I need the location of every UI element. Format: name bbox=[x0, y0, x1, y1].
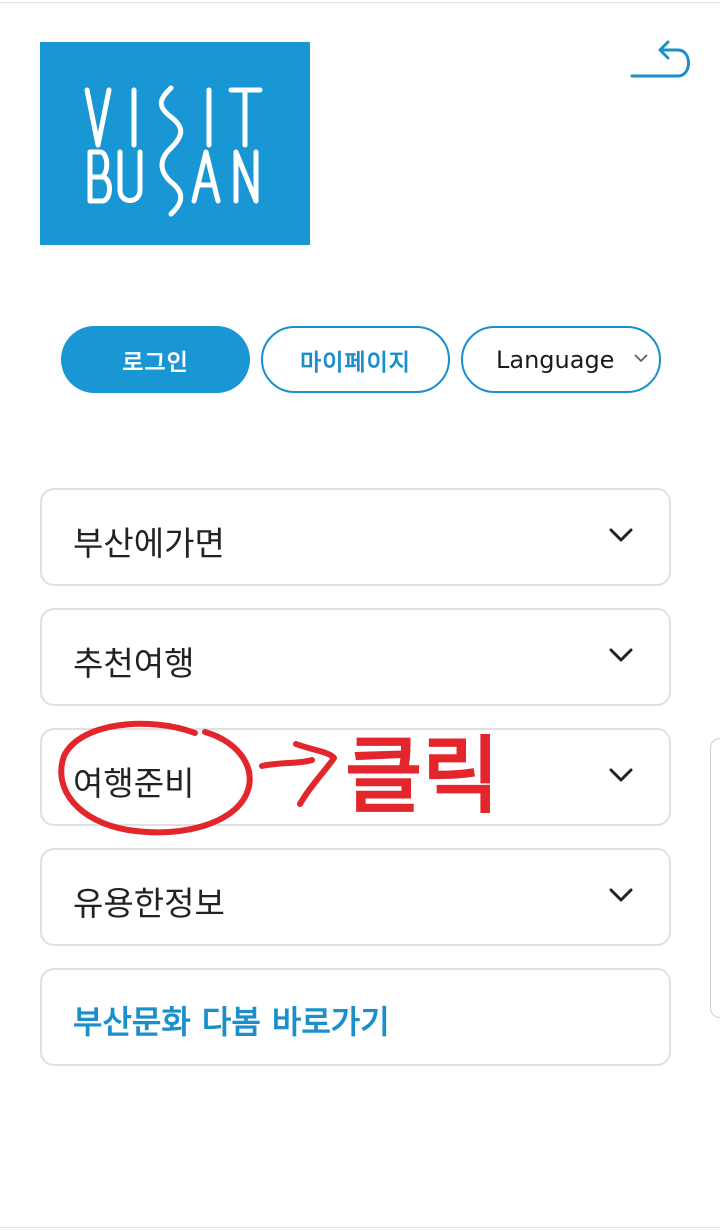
edge-panel-handle[interactable] bbox=[710, 738, 720, 1018]
menu-item-useful-info[interactable]: 유용한정보 bbox=[40, 848, 671, 946]
language-label: Language bbox=[496, 345, 615, 374]
mypage-button[interactable]: 마이페이지 bbox=[261, 326, 450, 393]
chevron-down-icon bbox=[609, 648, 633, 662]
menu-item-label: 추천여행 bbox=[73, 644, 195, 683]
chevron-down-icon bbox=[609, 528, 633, 542]
language-select[interactable]: Language bbox=[461, 326, 661, 393]
login-button[interactable]: 로그인 bbox=[61, 326, 250, 393]
menu-item-busan[interactable]: 부산에가면 bbox=[40, 488, 671, 586]
bottom-divider bbox=[0, 1227, 720, 1228]
busan-culture-shortcut-link[interactable]: 부산문화 다봄 바로가기 bbox=[40, 968, 671, 1066]
menu-item-label: 부산에가면 bbox=[73, 524, 225, 563]
visit-busan-logo[interactable] bbox=[40, 42, 310, 245]
back-arrow-icon[interactable] bbox=[624, 36, 696, 86]
menu-item-recommended-travel[interactable]: 추천여행 bbox=[40, 608, 671, 706]
chevron-down-icon bbox=[609, 768, 633, 782]
menu-item-label: 여행준비 bbox=[73, 764, 195, 803]
chevron-down-icon bbox=[634, 354, 648, 363]
top-divider bbox=[0, 2, 720, 3]
menu-item-label: 유용한정보 bbox=[73, 884, 225, 923]
shortcut-label: 부산문화 다봄 바로가기 bbox=[73, 1003, 390, 1041]
chevron-down-icon bbox=[609, 888, 633, 902]
menu-item-travel-prep[interactable]: 여행준비 bbox=[40, 728, 671, 826]
